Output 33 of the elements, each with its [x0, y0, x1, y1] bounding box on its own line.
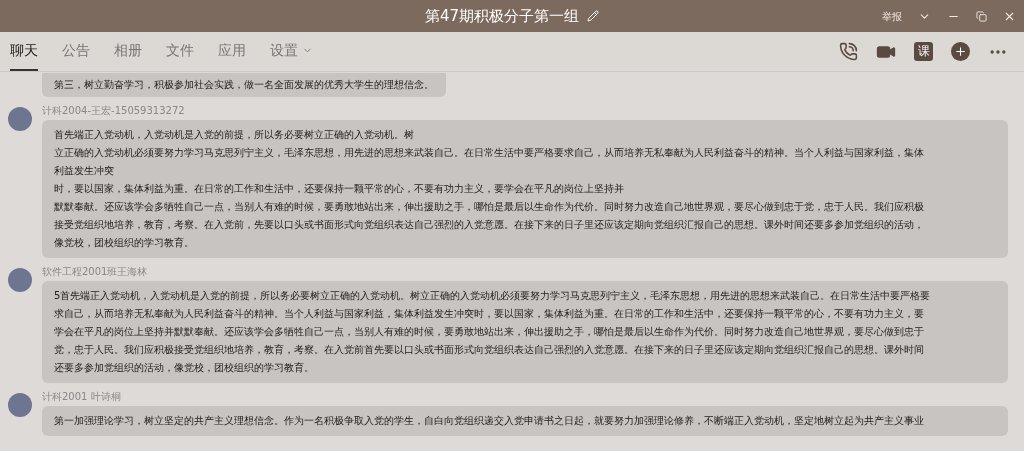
- message-line: 默默奉献。还应该学会多牺牲自己一点，当别人有难的时候，要勇敢地站出来，伸出援助之手，哪怕是最后以生命作为代价。同时努力改造自己地世界观，要尽心做到忠于党，忠于人民。我们应积极: [54, 200, 924, 214]
- tab[interactable]: 设置: [270, 32, 313, 71]
- message-line: 利益发生冲突: [54, 164, 114, 178]
- message-line: 接受党组织地培养，教育，考察。在入党前，先要以口头或书面形式向党组织表达自己强烈的入党意愿。在接下来的日子里还应该定期向党组织汇报自己的思想。课外时间还要多参加党组织的活动，: [54, 218, 924, 232]
- tab[interactable]: 聊天: [10, 32, 38, 71]
- add-icon[interactable]: [951, 42, 970, 61]
- tab[interactable]: 文件: [166, 32, 194, 71]
- edit-icon[interactable]: [587, 10, 600, 22]
- message-line: 首先端正入党动机，入党动机是入党的前提，所以务必要树立正确的入党动机。树: [54, 128, 414, 142]
- message-line: 求自己，从而培养无私奉献为人民利益奋斗的精神。当个人利益与国家利益，集体利益发生冲突时，要以国家，集体利益为重。在日常的工作和生活中，还要保持一颗平常的心，不要有功力主义，要: [54, 307, 924, 321]
- phone-icon[interactable]: [839, 42, 858, 61]
- avatar[interactable]: [8, 107, 32, 131]
- message-line: 立正确的入党动机必须要努力学习马克思列宁主义，毛泽东思想，用先进的思想来武装自己。在日常生活中要严格要求自己，从而培养无私奉献为人民利益奋斗的精神。当个人利益与国家利益，集体: [54, 146, 924, 160]
- tab[interactable]: 相册: [114, 32, 142, 71]
- tab[interactable]: 应用: [218, 32, 246, 71]
- report-link[interactable]: 举报: [882, 8, 902, 24]
- avatar[interactable]: [8, 393, 32, 417]
- sender-name[interactable]: 计科2001 叶诗桐: [42, 391, 1008, 403]
- message-line: 党，忠于人民。我们应积极接受党组织地培养，教育，考察。在入党前首先要以口头或书面形式向党组织表达自己强烈的入党意愿。在接下来的日子里还应该定期向党组织汇报自己的思想。课外时间: [54, 343, 924, 357]
- window-title: 第47期积极分子第一组: [424, 5, 580, 27]
- message-line: 学会在平凡的岗位上坚持并默默奉献。还应该学会多牺牲自己一点，当别人有难的时候，要勇敢地站出来，伸出援助之手，哪怕是最后以生命作为代价。同时努力改造自己地世界观，要尽心做到忠于: [54, 325, 924, 339]
- avatar[interactable]: [8, 268, 32, 292]
- message-line: 第一加强理论学习，树立坚定的共产主义理想信念。作为一名积极争取入党的学生，自白向党组织递交入党申请书之日起，就要努力加强理论修养，不断端正入党动机，坚定地树立起为共产主义事业: [54, 414, 924, 428]
- lesson-button[interactable]: 课: [914, 42, 933, 61]
- tab[interactable]: 公告: [62, 32, 90, 71]
- message-line: 第三，树立勤奋学习，积极参加社会实践，做一名全面发展的优秀大学生的理想信念。: [54, 78, 434, 92]
- sender-name[interactable]: 软件工程2001班王海林: [42, 266, 1008, 278]
- message-line: 时，要以国家，集体利益为重。在日常的工作和生活中，还要保持一颗平常的心，不要有功力主义，要学会在平凡的岗位上坚持并: [54, 182, 624, 196]
- message-line: 5首先端正入党动机，入党动机是入党的前提，所以务必要树立正确的入党动机。树立正确的入党动机必须要努力学习马克思列宁主义，毛泽东思想，用先进的思想来武装自己。在日常生活中要严格要: [54, 289, 931, 303]
- sender-name[interactable]: 计科2004-王宏-15059313272: [42, 105, 1008, 117]
- message-line: 还要多参加党组织的活动，像党校，团校组织的学习教育。: [54, 361, 314, 375]
- message-line: 像党校，团校组织的学习教育。: [54, 236, 194, 250]
- restore-icon[interactable]: [976, 10, 987, 22]
